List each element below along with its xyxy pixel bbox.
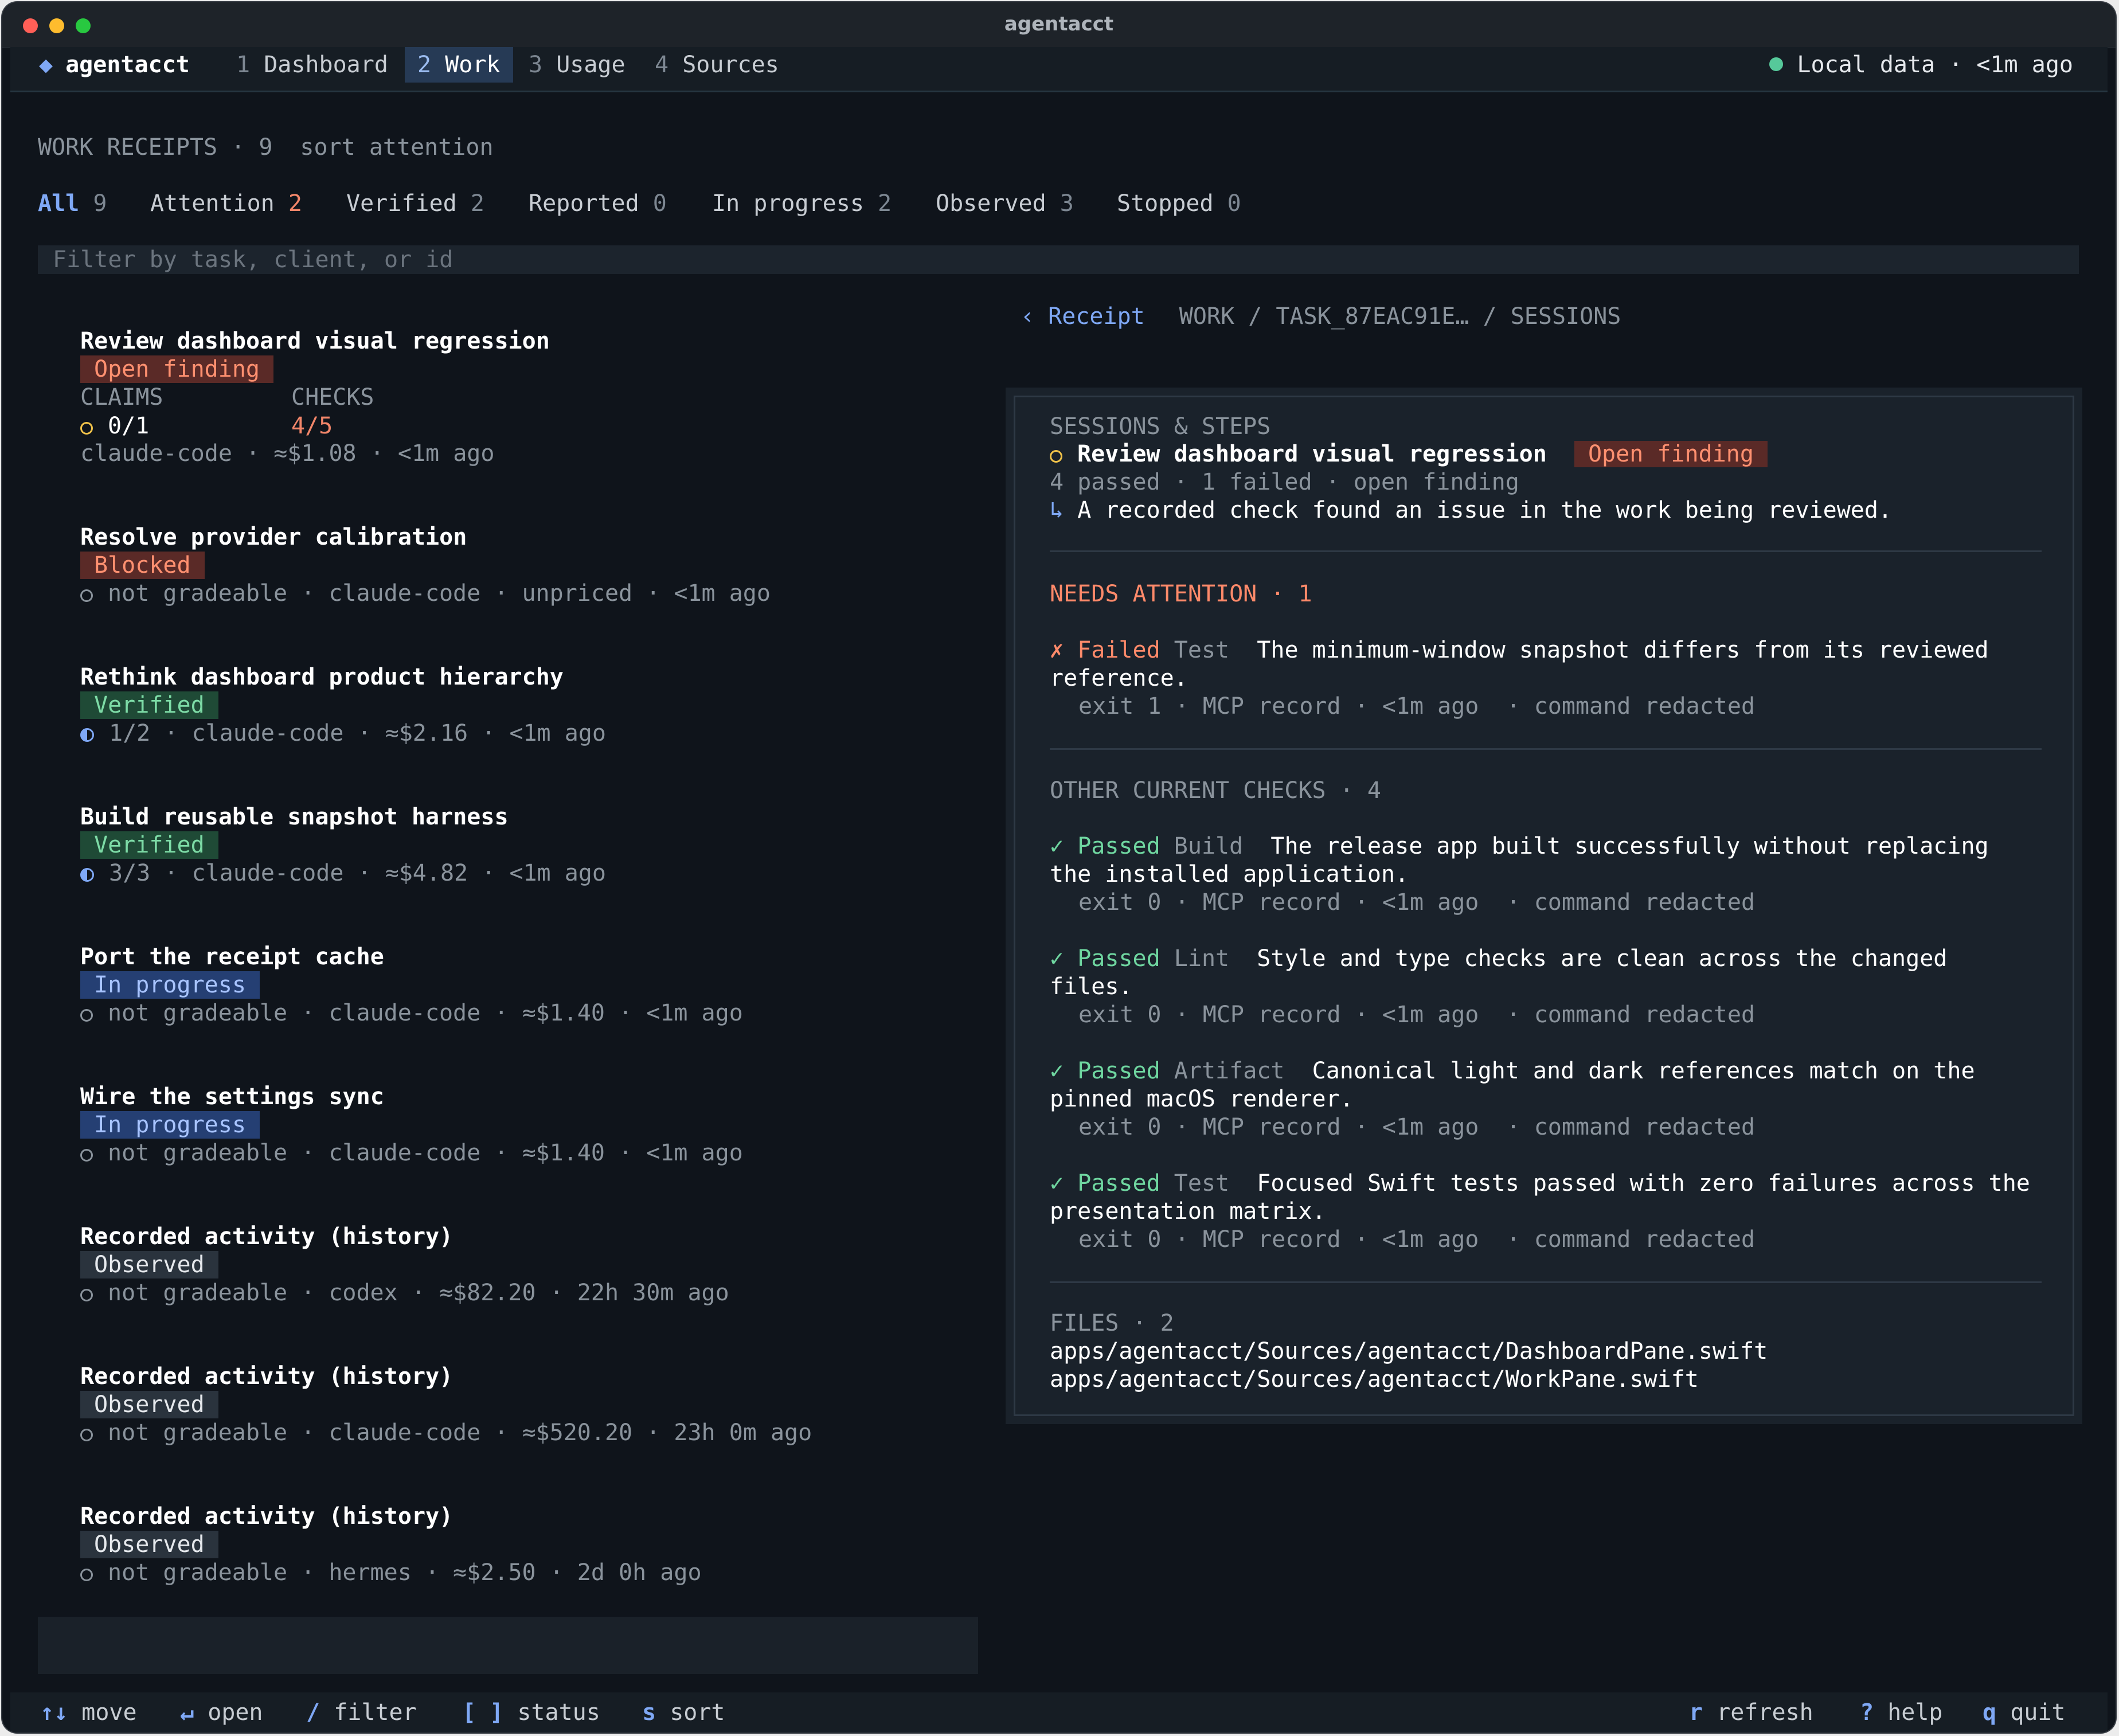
title-bar: agentacct [2,2,2116,48]
shortcut-status[interactable]: [ ] status [462,1692,600,1733]
session-row[interactable]: Review dashboard visual regression Open … [1050,440,1768,468]
list-item[interactable]: Recorded activity (history) Observed not… [80,1362,975,1488]
status-badge: Observed [80,1391,218,1418]
breadcrumb-path: WORK / TASK_87EAC91E… / SESSIONS [1179,303,1621,330]
filter-in-progress[interactable]: In progress 2 [712,187,892,220]
other-checks-heading: OTHER CURRENT CHECKS · 4 [1050,777,1381,804]
list-item[interactable]: Port the receipt cache In progress not g… [80,943,975,1069]
list-item[interactable]: Recorded activity (history) Observed not… [80,1502,975,1628]
status-badge: Open finding [1574,441,1768,467]
check-row-passed[interactable]: ✓ Passed Artifact Canonical light and da… [1050,1057,1975,1085]
tab-dashboard[interactable]: 1 Dashboard [236,47,388,83]
status-badge: In progress [80,1111,260,1139]
brand: ◆ agentacct [39,47,190,83]
filter-observed[interactable]: Observed 3 [936,187,1074,220]
session-note: ↳ A recorded check found an issue in the… [1050,497,1893,523]
divider [1050,550,2042,552]
return-key-icon: ↵ [180,1699,194,1726]
shortcut-filter[interactable]: / filter [306,1692,417,1733]
sessions-heading: SESSIONS & STEPS [1050,413,1271,440]
top-navigation: ◆ agentacct 1 Dashboard 2 Work 3 Usage 4 … [10,47,2108,92]
check-icon: ✓ [1050,1058,1064,1084]
shortcut-quit[interactable]: q quit [1983,1692,2066,1733]
cross-icon: ✗ [1050,637,1064,663]
section-heading: WORK RECEIPTS · 9 sort attention [38,134,494,161]
brand-name: agentacct [65,52,190,78]
check-row-passed[interactable]: ✓ Passed Build The release app built suc… [1050,832,1989,861]
diamond-icon: ◆ [39,52,53,78]
file-path[interactable]: apps/agentacct/Sources/agentacct/WorkPan… [1050,1365,1699,1394]
status-badge: Observed [80,1531,218,1558]
status-badge: Verified [80,831,218,859]
keyboard-shortcut-bar: ↑↓ move ↵ open / filter [ ] status s sor… [10,1692,2108,1733]
list-item[interactable]: Rethink dashboard product hierarchy Veri… [80,663,975,789]
session-summary: 4 passed · 1 failed · open finding [1050,469,1519,495]
check-row-passed[interactable]: ✓ Passed Lint Style and type checks are … [1050,944,1947,973]
divider [1050,1281,2042,1283]
tab-usage[interactable]: 3 Usage [529,47,625,83]
filter-stopped[interactable]: Stopped 0 [1117,187,1241,220]
not-gradeable-ring-icon [80,1009,93,1022]
tab-work[interactable]: 2 Work [405,47,513,83]
file-path[interactable]: apps/agentacct/Sources/agentacct/Dashboa… [1050,1337,1768,1366]
shortcut-open[interactable]: ↵ open [180,1692,263,1733]
files-heading: FILES · 2 [1050,1310,1174,1336]
filter-verified[interactable]: Verified 2 [346,187,484,220]
filter-all[interactable]: All 9 [38,187,107,220]
tab-sources[interactable]: 4 Sources [655,47,779,83]
shortcut-sort[interactable]: s sort [642,1692,725,1733]
status-badge: Open finding [80,355,273,383]
up-down-arrows-icon: ↑↓ [40,1699,68,1726]
half-circle-icon [80,728,94,742]
filter-reported[interactable]: Reported 0 [529,187,667,220]
check-row-failed[interactable]: ✗ Failed Test The minimum-window snapsho… [1050,636,1989,664]
shortcut-help[interactable]: ? help [1860,1692,1943,1733]
breadcrumb: ‹ Receipt WORK / TASK_87EAC91E… / SESSION… [1021,299,1621,334]
not-gradeable-ring-icon [80,589,93,602]
half-circle-icon [80,868,94,882]
check-icon: ✓ [1050,1170,1064,1197]
list-item[interactable]: Resolve provider calibration Blocked not… [80,523,975,649]
not-gradeable-ring-icon [80,1429,93,1441]
status-badge: Blocked [80,552,205,579]
pending-ring-icon [80,422,93,435]
window-title: agentacct [1004,13,1114,36]
list-item[interactable]: Build reusable snapshot harness Verified… [80,803,975,929]
not-gradeable-ring-icon [80,1289,93,1301]
attention-heading: NEEDS ATTENTION · 1 [1050,581,1312,607]
sort-indicator[interactable]: sort attention [300,134,493,161]
list-item[interactable]: Recorded activity (history) Observed not… [80,1222,975,1348]
divider [1050,748,2042,750]
not-gradeable-ring-icon [80,1569,93,1581]
shortcut-refresh[interactable]: r refresh [1689,1692,1813,1733]
status-badge: Verified [80,691,218,719]
return-arrow-icon: ↳ [1050,497,1064,523]
back-to-receipt-link[interactable]: ‹ Receipt [1021,303,1145,330]
list-item[interactable]: Wire the settings sync In progress not g… [80,1082,975,1209]
filter-attention[interactable]: Attention 2 [150,187,302,220]
not-gradeable-ring-icon [80,1149,93,1162]
check-row-passed[interactable]: ✓ Passed Test Focused Swift tests passed… [1050,1169,2030,1198]
command-input[interactable] [38,1617,978,1674]
status-badge: In progress [80,971,260,999]
data-status: Local data · <1m ago [1769,47,2073,83]
shortcut-move[interactable]: ↑↓ move [40,1692,137,1733]
status-badge: Observed [80,1251,218,1278]
list-item[interactable]: Review dashboard visual regression Open … [80,327,975,467]
check-icon: ✓ [1050,833,1064,859]
filter-input[interactable]: Filter by task, client, or id [38,245,2079,274]
detail-panel: SESSIONS & STEPS Review dashboard visual… [1006,388,2082,1424]
pending-ring-icon [1050,450,1062,463]
app-window: agentacct ◆ agentacct 1 Dashboard 2 Work … [2,2,2116,1733]
check-icon: ✓ [1050,945,1064,972]
status-dot-icon [1769,57,1784,71]
